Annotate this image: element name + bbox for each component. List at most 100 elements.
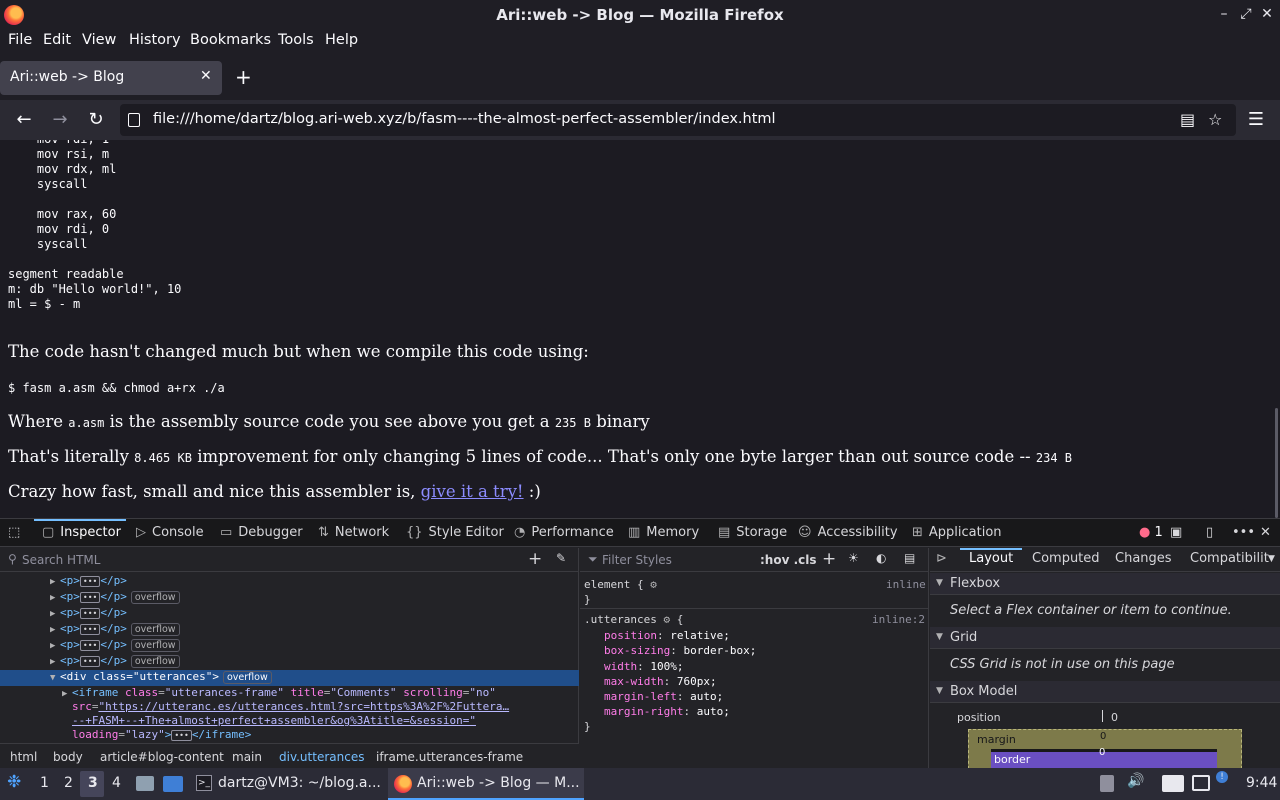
clipboard-icon[interactable] bbox=[1162, 775, 1184, 792]
tab-computed[interactable]: Computed bbox=[1032, 551, 1100, 566]
trash-icon[interactable] bbox=[1100, 775, 1114, 792]
page-scrollbar[interactable] bbox=[1275, 408, 1278, 518]
accessibility-icon: ☺ bbox=[798, 525, 812, 540]
taskbar-firefox-active[interactable]: Ari::web -> Blog — M... bbox=[388, 768, 584, 800]
back-button[interactable]: ← bbox=[12, 108, 36, 132]
markup-row-p1[interactable]: ▶ <p> ••• </p> bbox=[0, 574, 579, 590]
filter-styles-input[interactable]: Filter Styles bbox=[602, 553, 672, 567]
menu-help[interactable]: Help bbox=[325, 32, 358, 48]
network-tray-icon[interactable] bbox=[1192, 775, 1210, 791]
hov-cls-toggle[interactable]: :hov .cls bbox=[760, 553, 817, 567]
chevron-down-icon[interactable]: ▼ bbox=[1268, 554, 1275, 564]
breadcrumb-article[interactable]: article#blog-content bbox=[100, 750, 224, 764]
toggle-sidebar-icon[interactable]: ⊳ bbox=[936, 551, 947, 566]
rule-element-source[interactable]: inline bbox=[886, 578, 926, 591]
add-node-icon[interactable]: + bbox=[528, 549, 542, 569]
style-editor-icon: {} bbox=[406, 525, 423, 540]
menu-file[interactable]: File bbox=[8, 32, 32, 48]
markup-row-p5[interactable]: ▶ <p> ••• </p> overflow bbox=[0, 638, 579, 654]
forward-button[interactable]: → bbox=[48, 108, 72, 132]
markup-row-p4[interactable]: ▶ <p> ••• </p> overflow bbox=[0, 622, 579, 638]
markup-row-div-utterances[interactable]: ▼ <div class="utterances"> overflow bbox=[0, 670, 579, 686]
menu-edit[interactable]: Edit bbox=[43, 32, 71, 48]
file-manager-icon[interactable] bbox=[136, 776, 154, 791]
breadcrumb-div-utterances[interactable]: div.utterances bbox=[279, 750, 364, 764]
tab-application[interactable]: ⊞ Application bbox=[912, 525, 1002, 540]
decl-box-sizing[interactable]: box-sizing: border-box; bbox=[604, 644, 756, 657]
reload-button[interactable]: ↻ bbox=[84, 108, 108, 132]
markup-row-p6[interactable]: ▶ <p> ••• </p> overflow bbox=[0, 654, 579, 670]
url-text[interactable]: file:///home/dartz/blog.ari-web.xyz/b/fa… bbox=[153, 111, 776, 127]
decl-width[interactable]: width: 100%; bbox=[604, 660, 684, 673]
workspace-2[interactable]: 2 bbox=[64, 775, 73, 791]
dock-side-icon[interactable]: ▯ bbox=[1206, 525, 1213, 540]
tab-performance[interactable]: ◔ Performance bbox=[514, 525, 614, 540]
breadcrumb-body[interactable]: body bbox=[53, 750, 83, 764]
iframe-src-link[interactable]: "https://utteranc.es/utterances.html?src… bbox=[99, 700, 510, 713]
tab-compatibility[interactable]: Compatibilit bbox=[1190, 551, 1269, 566]
tab-memory[interactable]: ▥ Memory bbox=[628, 525, 699, 540]
tab-debugger[interactable]: ▭ Debugger bbox=[220, 525, 303, 540]
taskbar-terminal[interactable]: dartz@VM3: ~/blog.a... bbox=[218, 775, 381, 791]
notification-icon[interactable]: ! bbox=[1216, 771, 1228, 783]
workspace-4[interactable]: 4 bbox=[112, 775, 121, 791]
volume-icon[interactable]: 🔊 bbox=[1127, 773, 1144, 789]
url-bar[interactable]: file:///home/dartz/blog.ari-web.xyz/b/fa… bbox=[120, 104, 1236, 136]
breadcrumb-html[interactable]: html bbox=[10, 750, 37, 764]
tab-close-icon[interactable]: ✕ bbox=[200, 68, 212, 84]
close-window-button[interactable]: ✕ bbox=[1258, 5, 1276, 23]
decl-max-width[interactable]: max-width: 760px; bbox=[604, 675, 717, 688]
dark-theme-icon[interactable]: ◐ bbox=[876, 551, 886, 565]
menu-history[interactable]: History bbox=[129, 32, 181, 48]
markup-row-p3[interactable]: ▶ <p> ••• </p> bbox=[0, 606, 579, 622]
decl-margin-left[interactable]: margin-left: auto; bbox=[604, 690, 723, 703]
tab-style-editor[interactable]: {} Style Editor bbox=[406, 525, 504, 540]
decl-margin-right[interactable]: margin-right: auto; bbox=[604, 705, 730, 718]
close-devtools-icon[interactable]: ✕ bbox=[1260, 525, 1271, 540]
rule-utterances-source[interactable]: inline:2 bbox=[872, 613, 925, 626]
tab-changes[interactable]: Changes bbox=[1115, 551, 1172, 566]
workspace-1[interactable]: 1 bbox=[40, 775, 49, 791]
tab-blog[interactable]: Ari::web -> Blog ✕ bbox=[0, 61, 222, 95]
tab-storage[interactable]: ▤ Storage bbox=[718, 525, 787, 540]
rule-element-selector[interactable]: element { ⚙ bbox=[584, 578, 657, 591]
give-it-a-try-link[interactable]: give it a try! bbox=[421, 482, 524, 501]
border-top-value[interactable]: 0 bbox=[1099, 747, 1105, 758]
devtools-more-icon[interactable]: ••• bbox=[1232, 525, 1255, 540]
print-media-icon[interactable]: ▤ bbox=[904, 551, 915, 565]
reader-view-icon[interactable]: ▤ bbox=[1180, 110, 1195, 129]
add-rule-icon[interactable]: + bbox=[822, 549, 836, 569]
menu-view[interactable]: View bbox=[82, 32, 116, 48]
search-html-input[interactable]: Search HTML bbox=[22, 553, 100, 567]
element-picker-icon[interactable]: ⬚ bbox=[8, 525, 20, 540]
split-console-icon[interactable]: ▣ bbox=[1170, 525, 1182, 540]
eyedropper-icon[interactable]: ✎ bbox=[556, 551, 566, 565]
box-model-section-header[interactable]: ▼ Box Model bbox=[930, 681, 1280, 703]
show-desktop-icon[interactable] bbox=[163, 776, 183, 792]
minimize-button[interactable]: – bbox=[1215, 5, 1233, 23]
margin-top-value[interactable]: 0 bbox=[1100, 731, 1106, 742]
breadcrumb-iframe[interactable]: iframe.utterances-frame bbox=[376, 750, 523, 764]
tab-console[interactable]: ▷ Console bbox=[136, 525, 204, 540]
error-count-badge[interactable]: ● 1 bbox=[1139, 525, 1163, 540]
menu-bookmarks[interactable]: Bookmarks bbox=[190, 32, 271, 48]
tab-network[interactable]: ⇅ Network bbox=[318, 525, 389, 540]
markup-row-p2[interactable]: ▶ <p> ••• </p> overflow bbox=[0, 590, 579, 606]
breadcrumb-main[interactable]: main bbox=[232, 750, 262, 764]
maximize-button[interactable]: ⤢ bbox=[1237, 5, 1255, 23]
flexbox-section-header[interactable]: ▼ Flexbox bbox=[930, 573, 1280, 595]
workspace-3[interactable]: 3 bbox=[80, 771, 104, 797]
grid-section-header[interactable]: ▼ Grid bbox=[930, 627, 1280, 649]
light-theme-icon[interactable]: ☀ bbox=[848, 551, 859, 565]
tab-layout[interactable]: Layout bbox=[969, 551, 1013, 566]
rule-utterances-selector[interactable]: .utterances ⚙ { bbox=[584, 613, 683, 626]
start-menu-icon[interactable]: ❉ bbox=[7, 772, 21, 792]
decl-position[interactable]: position: relative; bbox=[604, 629, 730, 642]
tab-inspector[interactable]: ▢ Inspector bbox=[42, 525, 121, 540]
menu-tools[interactable]: Tools bbox=[278, 32, 314, 48]
new-tab-button[interactable]: + bbox=[235, 65, 252, 89]
bookmark-star-icon[interactable]: ☆ bbox=[1208, 110, 1222, 129]
app-menu-button[interactable]: ☰ bbox=[1244, 108, 1268, 132]
box-position-value[interactable]: 0 bbox=[1111, 711, 1118, 724]
tab-accessibility[interactable]: ☺ Accessibility bbox=[798, 525, 898, 540]
